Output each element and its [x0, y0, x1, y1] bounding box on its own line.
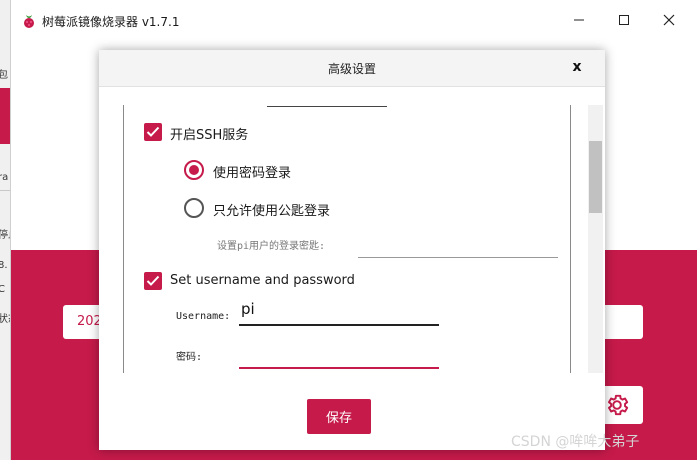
- side-text: 停止: [0, 230, 10, 241]
- public-key-input[interactable]: [358, 238, 558, 258]
- user-credentials-label: Set username and password: [170, 273, 355, 288]
- checkmark-icon: [146, 275, 160, 286]
- username-input[interactable]: pi: [239, 298, 439, 326]
- side-divider: [0, 190, 10, 191]
- minimize-icon: [574, 19, 584, 21]
- close-window-button[interactable]: [654, 8, 684, 32]
- save-button[interactable]: 保存: [307, 399, 371, 434]
- background-window-sliver: 包 ra 停止 8. C 状态: [0, 0, 10, 460]
- side-text: ra: [0, 172, 9, 183]
- title-bar[interactable]: 树莓派镜像烧录器 v1.7.1: [11, 0, 697, 40]
- dialog-header: 高级设置 x: [99, 50, 605, 87]
- public-key-label: 设置pi用户的登录密匙:: [217, 241, 326, 252]
- side-text: 状态: [0, 314, 10, 325]
- close-icon: [663, 14, 675, 26]
- watermark: CSDN @哞哞大弟子: [511, 434, 640, 450]
- advanced-settings-dialog: 高级设置 x 开启SSH服务 使用密码登录 只允许使用公匙登录 设置pi用户的登…: [99, 50, 605, 450]
- app-title: 树莓派镜像烧录器 v1.7.1: [42, 15, 180, 29]
- settings-scroll-area[interactable]: 开启SSH服务 使用密码登录 只允许使用公匙登录 设置pi用户的登录密匙: Se…: [123, 105, 571, 373]
- checkmark-icon: [146, 126, 160, 137]
- side-text: 包: [0, 70, 8, 81]
- ssh-checkbox[interactable]: [144, 123, 162, 141]
- side-text: 8.: [0, 260, 8, 271]
- radio-password-login[interactable]: [184, 160, 204, 180]
- username-label: Username:: [176, 311, 231, 322]
- user-credentials-checkbox[interactable]: [144, 272, 162, 290]
- side-accent-block: [0, 88, 10, 144]
- previous-field-underline: [267, 106, 387, 107]
- radio-public-key-login-label: 只允许使用公匙登录: [213, 204, 331, 219]
- maximize-icon: [619, 15, 629, 25]
- side-text: C: [0, 284, 5, 295]
- gear-icon: [608, 394, 629, 416]
- password-input[interactable]: [239, 341, 439, 369]
- radio-public-key-login[interactable]: [184, 198, 204, 218]
- scrollbar-thumb[interactable]: [589, 141, 602, 213]
- radio-password-login-label: 使用密码登录: [213, 166, 292, 181]
- maximize-button[interactable]: [609, 8, 639, 32]
- minimize-button[interactable]: [564, 8, 594, 32]
- ssh-label: 开启SSH服务: [170, 128, 249, 143]
- dialog-close-button[interactable]: x: [570, 59, 584, 75]
- password-label: 密码:: [176, 352, 203, 363]
- dialog-title: 高级设置: [327, 62, 376, 76]
- raspberry-icon: [21, 13, 37, 29]
